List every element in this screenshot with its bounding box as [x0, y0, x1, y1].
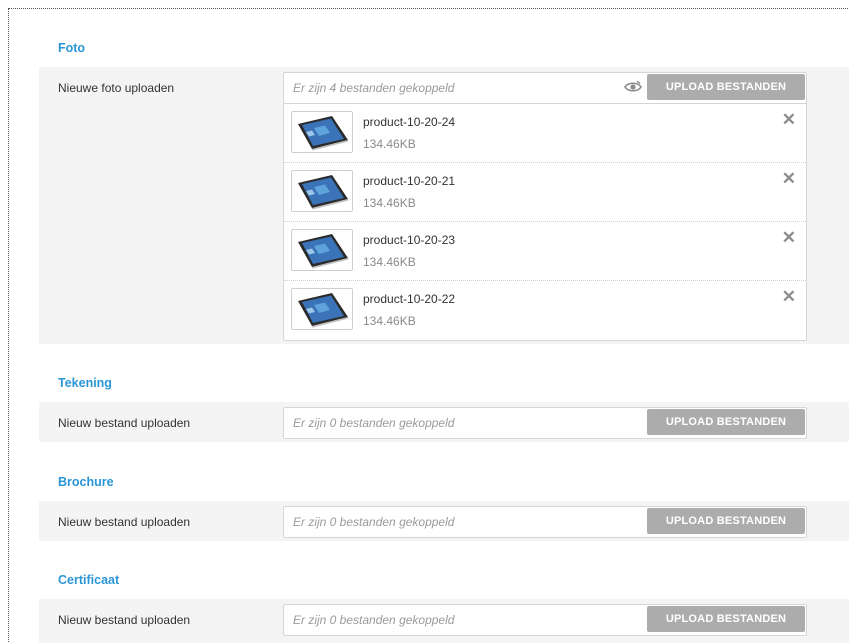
upload-box-tekening: Er zijn 0 bestanden gekoppeld UPLOAD BES… [283, 407, 807, 439]
upload-button-foto[interactable]: UPLOAD BESTANDEN [647, 74, 805, 100]
upload-row-certificaat: Nieuw bestand uploaden Er zijn 0 bestand… [39, 599, 849, 643]
tablet-thumbnail-icon [291, 170, 353, 212]
upload-label-tekening: Nieuw bestand uploaden [58, 416, 191, 430]
upload-bar-tekening: Er zijn 0 bestanden gekoppeld UPLOAD BES… [284, 408, 806, 438]
close-icon[interactable]: ✕ [782, 111, 796, 128]
eye-icon[interactable] [624, 80, 642, 94]
upload-label-brochure: Nieuw bestand uploaden [58, 515, 191, 529]
section-title-foto: Foto [58, 41, 86, 55]
tablet-thumbnail-icon [291, 288, 353, 330]
file-name: product-10-20-23 [363, 233, 456, 247]
file-item: product-10-20-24 134.46KB ✕ [284, 104, 806, 163]
upload-button-tekening[interactable]: UPLOAD BESTANDEN [647, 409, 805, 435]
upload-input-tekening[interactable]: Er zijn 0 bestanden gekoppeld [293, 416, 454, 430]
upload-input-foto[interactable]: Er zijn 4 bestanden gekoppeld [293, 81, 454, 95]
upload-button-certificaat[interactable]: UPLOAD BESTANDEN [647, 606, 805, 632]
file-item: product-10-20-21 134.46KB ✕ [284, 163, 806, 222]
close-icon[interactable]: ✕ [782, 229, 796, 246]
upload-button-brochure[interactable]: UPLOAD BESTANDEN [647, 508, 805, 534]
upload-bar-foto: Er zijn 4 bestanden gekoppeld UPLOAD BES… [284, 73, 806, 103]
upload-row-foto: Nieuwe foto uploaden Er zijn 4 bestanden… [39, 67, 849, 344]
section-title-certificaat: Certificaat [58, 573, 120, 587]
upload-bar-brochure: Er zijn 0 bestanden gekoppeld UPLOAD BES… [284, 507, 806, 537]
file-item: product-10-20-23 134.46KB ✕ [284, 222, 806, 281]
tablet-thumbnail-icon [291, 111, 353, 153]
section-title-brochure: Brochure [58, 475, 114, 489]
tablet-thumbnail-icon [291, 229, 353, 271]
file-size: 134.46KB [363, 196, 416, 210]
upload-bar-certificaat: Er zijn 0 bestanden gekoppeld UPLOAD BES… [284, 605, 806, 635]
upload-box-foto: Er zijn 4 bestanden gekoppeld UPLOAD BES… [283, 72, 807, 341]
upload-row-tekening: Nieuw bestand uploaden Er zijn 0 bestand… [39, 402, 849, 442]
file-size: 134.46KB [363, 137, 416, 151]
upload-input-certificaat[interactable]: Er zijn 0 bestanden gekoppeld [293, 613, 454, 627]
file-list-foto: product-10-20-24 134.46KB ✕ product-10-2… [284, 103, 806, 340]
upload-box-brochure: Er zijn 0 bestanden gekoppeld UPLOAD BES… [283, 506, 807, 538]
section-title-tekening: Tekening [58, 376, 112, 390]
upload-input-brochure[interactable]: Er zijn 0 bestanden gekoppeld [293, 515, 454, 529]
upload-row-brochure: Nieuw bestand uploaden Er zijn 0 bestand… [39, 501, 849, 541]
close-icon[interactable]: ✕ [782, 170, 796, 187]
file-size: 134.46KB [363, 314, 416, 328]
file-size: 134.46KB [363, 255, 416, 269]
file-name: product-10-20-24 [363, 115, 456, 129]
upload-box-certificaat: Er zijn 0 bestanden gekoppeld UPLOAD BES… [283, 604, 807, 636]
close-icon[interactable]: ✕ [782, 288, 796, 305]
upload-label-certificaat: Nieuw bestand uploaden [58, 613, 191, 627]
file-name: product-10-20-22 [363, 292, 456, 306]
upload-label-foto: Nieuwe foto uploaden [58, 81, 175, 95]
file-name: product-10-20-21 [363, 174, 456, 188]
file-item: product-10-20-22 134.46KB ✕ [284, 281, 806, 340]
